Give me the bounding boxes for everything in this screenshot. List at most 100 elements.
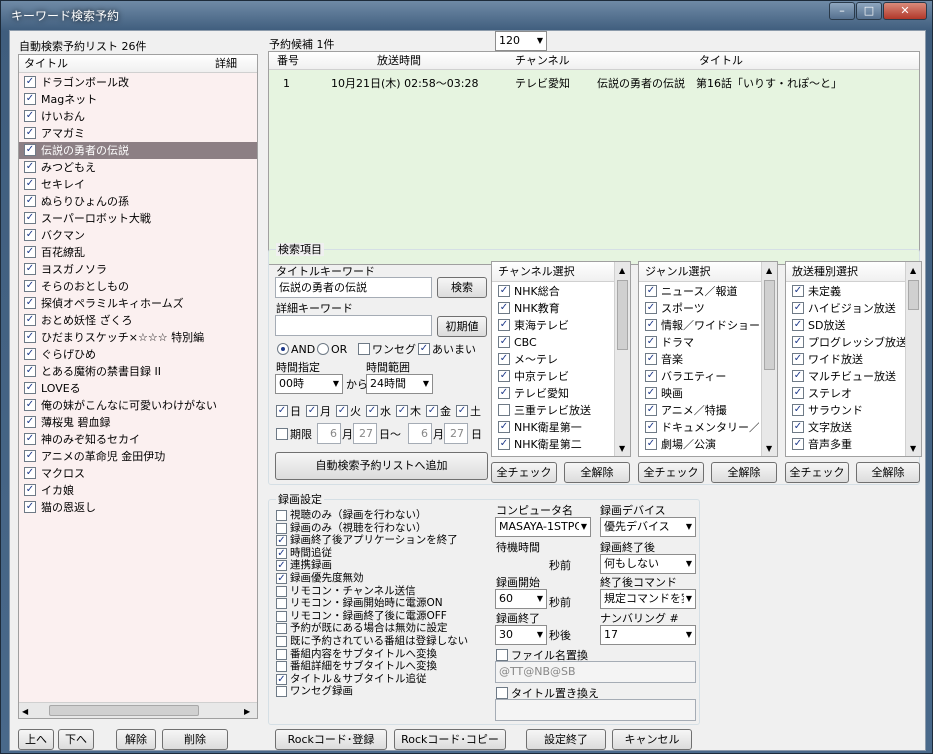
list-item-checkbox[interactable]: ✓ [24,76,36,88]
title-bar[interactable]: キーワード検索予約 – □ ✕ [1,1,933,29]
rec-option-checkbox[interactable] [276,522,287,534]
title-replace-input[interactable] [495,699,696,721]
candidate-table[interactable]: 番号 放送時間 チャンネル タイトル 1 10月21日(木) 02:58～03:… [268,51,920,265]
rock-copy-button[interactable]: Rockコード･コピー [394,729,506,750]
list-item[interactable]: ✓ 音楽 [639,351,759,368]
search-button[interactable]: 検索 [437,277,487,298]
genre-list[interactable]: ジャンル選択 ✓ ニュース／報道 ✓ スポーツ ✓ 情報／ワイドショー ✓ ドラマ ✓ 音楽 ✓ バラ… [638,261,778,457]
list-item[interactable]: ✓ ドラマ [639,334,759,351]
end-select[interactable]: 30 ▼ [495,625,547,645]
channel-check-all-button[interactable]: 全チェック [491,462,557,483]
rec-option-checkbox[interactable] [276,686,287,698]
list-item[interactable]: ✓ おとめ妖怪 ざくろ [19,312,257,329]
auto-search-list[interactable]: タイトル 詳細 ✓ ドラゴンボール改 ✓ Magネット ✓ けいおん ✓ アマガミ ✓ 伝説の勇者… [18,54,258,719]
list-item[interactable]: ✓ 伝説の勇者の伝説 [19,142,257,159]
list-item-checkbox[interactable]: ✓ [645,336,657,348]
list-item[interactable]: ✓ ニュース／報道 [639,283,759,300]
add-to-list-button[interactable]: 自動検索予約リストへ追加 [275,452,488,480]
delete-button[interactable]: 削除 [162,729,228,750]
list-item[interactable]: ✓ マクロス [19,465,257,482]
rec-option-checkbox[interactable]: ✓ [276,560,287,572]
period-day-end[interactable]: 27 [444,423,468,444]
list-item[interactable]: ✓ 中京テレビ [492,368,612,385]
list-item[interactable]: 三重テレビ放送 [492,402,612,419]
list-item[interactable]: ✓ メ～テレ [492,351,612,368]
list-item-checkbox[interactable]: ✓ [24,110,36,122]
list-item-checkbox[interactable]: ✓ [645,438,657,450]
maximize-button[interactable]: □ [856,2,882,20]
period-month-end[interactable]: 6 [408,423,432,444]
list-item[interactable]: ✓ そらのおとしもの [19,278,257,295]
table-row[interactable]: 1 10月21日(木) 02:58～03:28 テレビ愛知 伝説の勇者の伝説 第… [269,75,919,92]
horizontal-scrollbar[interactable]: ◀ ▶ [19,702,257,718]
list-item[interactable]: ✓ ドラゴンボール改 [19,74,257,91]
init-button[interactable]: 初期値 [437,316,487,337]
list-item[interactable]: ✓ NHK衛星第二 [492,436,612,453]
period-day-start[interactable]: 27 [353,423,377,444]
device-select[interactable]: 優先デバイス ▼ [600,517,696,537]
list-item[interactable]: ✓ 神のみぞ知るセカイ [19,431,257,448]
scroll-thumb[interactable] [617,280,628,350]
list-item-checkbox[interactable]: ✓ [24,212,36,224]
list-item-checkbox[interactable]: ✓ [645,387,657,399]
or-radio[interactable] [317,343,329,355]
list-item-checkbox[interactable]: ✓ [24,127,36,139]
list-item-checkbox[interactable]: ✓ [792,302,804,314]
scroll-up-icon[interactable]: ▲ [766,264,772,277]
list-item[interactable]: ✓ ドキュメンタリー／… [639,419,759,436]
list-item[interactable]: ✓ 俺の妹がこんなに可愛いわけがない [19,397,257,414]
list-item-checkbox[interactable]: ✓ [24,399,36,411]
period-month-start[interactable]: 6 [317,423,341,444]
after-select[interactable]: 何もしない ▼ [600,554,696,574]
rec-option-checkbox[interactable]: ✓ [276,535,287,547]
list-item-checkbox[interactable]: ✓ [645,370,657,382]
scroll-thumb[interactable] [764,280,775,370]
filename-pattern-input[interactable]: @TT@NB@SB [495,661,696,683]
list-item[interactable]: ✓ プログレッシブ放送 [786,334,906,351]
period-checkbox[interactable] [276,428,288,440]
list-item[interactable]: ✓ ステレオ [786,385,906,402]
list-item[interactable]: ✓ アマガミ [19,125,257,142]
rec-option-checkbox[interactable] [276,598,287,610]
list-item-checkbox[interactable]: ✓ [24,195,36,207]
type-check-all-button[interactable]: 全チェック [785,462,849,483]
list-item[interactable]: ✓ アニメの革命児 金田伊功 [19,448,257,465]
day-checkbox[interactable]: ✓ [456,405,468,417]
list-item[interactable]: ✓ サラウンド [786,402,906,419]
list-item-checkbox[interactable]: ✓ [498,336,510,348]
list-item[interactable]: ✓ とある魔術の禁書目録 II [19,363,257,380]
time-select[interactable]: 00時 ▼ [275,374,343,394]
unset-button[interactable]: 解除 [116,729,156,750]
list-item[interactable]: ✓ マルチビュー放送 [786,368,906,385]
filename-replace-checkbox[interactable] [496,649,508,661]
list-item-checkbox[interactable]: ✓ [24,365,36,377]
list-item[interactable]: ✓ LOVEる [19,380,257,397]
list-item[interactable]: ✓ ぐらげひめ [19,346,257,363]
list-item[interactable]: ✓ ヨスガノソラ [19,261,257,278]
list-item-checkbox[interactable]: ✓ [792,285,804,297]
list-item[interactable]: ✓ 情報／ワイドショー [639,317,759,334]
scroll-down-icon[interactable]: ▼ [766,442,772,455]
list-item-checkbox[interactable]: ✓ [24,416,36,428]
list-item[interactable]: ✓ ひだまりスケッチ×☆☆☆ 特別編 [19,329,257,346]
oneseg-checkbox[interactable] [358,343,370,355]
list-item[interactable]: ✓ Magネット [19,91,257,108]
list-item-checkbox[interactable]: ✓ [498,353,510,365]
rec-option-checkbox[interactable] [276,636,287,647]
list-item-checkbox[interactable]: ✓ [645,353,657,365]
type-uncheck-all-button[interactable]: 全解除 [856,462,920,483]
list-item-checkbox[interactable]: ✓ [792,438,804,450]
list-item[interactable]: ✓ 東海テレビ [492,317,612,334]
rec-option-checkbox[interactable]: ✓ [276,673,287,685]
scroll-up-icon[interactable]: ▲ [910,264,916,277]
list-item[interactable]: ✓ NHK教育 [492,300,612,317]
numbering-select[interactable]: 17 ▼ [600,625,696,645]
rec-option-checkbox[interactable] [276,648,287,660]
rec-option-checkbox[interactable] [276,610,287,622]
start-select[interactable]: 60 ▼ [495,589,547,609]
list-item-checkbox[interactable]: ✓ [24,382,36,394]
day-checkbox[interactable]: ✓ [276,405,288,417]
scroll-up-icon[interactable]: ▲ [619,264,625,277]
list-item-checkbox[interactable]: ✓ [498,370,510,382]
day-checkbox[interactable]: ✓ [306,405,318,417]
